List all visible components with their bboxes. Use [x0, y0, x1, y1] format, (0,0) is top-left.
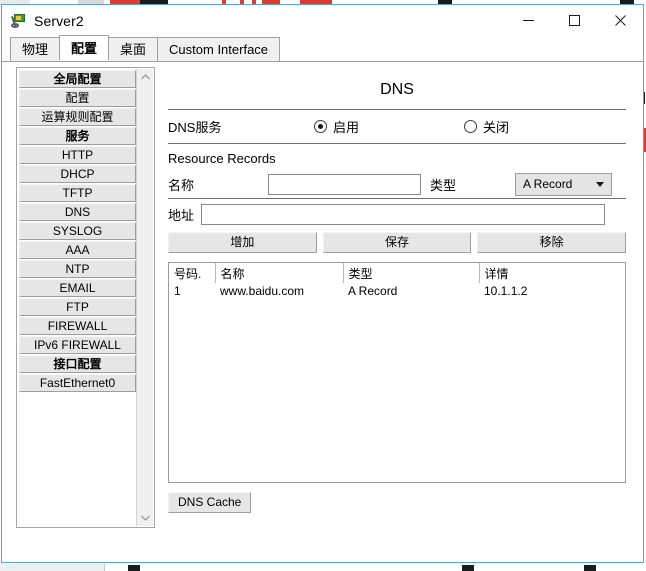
record-type-value: A Record [523, 177, 573, 191]
radio-enable[interactable]: 启用 [314, 117, 464, 136]
close-button[interactable] [597, 5, 643, 36]
resource-records-label: Resource Records [168, 151, 276, 166]
sidebar-item-dns[interactable]: DNS [19, 203, 136, 221]
sidebar-item-list: 全局配置 配置 运算规则配置 服务 HTTP DHCP TFTP DNS SYS… [19, 70, 136, 393]
minimize-icon [522, 20, 534, 21]
taskbar-tile [0, 564, 105, 571]
cell-number: 1 [174, 284, 181, 298]
sidebar-item-ftp[interactable]: FTP [19, 298, 136, 316]
sidebar-item-firewall[interactable]: FIREWALL [19, 317, 136, 335]
minimize-button[interactable] [505, 5, 551, 36]
tab-desktop[interactable]: 桌面 [108, 37, 159, 61]
record-address-label: 地址 [168, 207, 195, 223]
records-table[interactable]: 号码. 名称 类型 详情 1 www.baidu.com A Record 10… [168, 262, 626, 483]
table-row[interactable]: 1 www.baidu.com A Record 10.1.1.2 [169, 283, 625, 300]
sidebar-item-ipv6-firewall[interactable]: IPv6 FIREWALL [19, 336, 136, 354]
content-area: 全局配置 配置 运算规则配置 服务 HTTP DHCP TFTP DNS SYS… [2, 63, 643, 562]
maximize-button[interactable] [551, 5, 597, 36]
records-table-inner: 号码. 名称 类型 详情 1 www.baidu.com A Record 10… [169, 263, 625, 300]
title-bar: Server2 [2, 5, 643, 36]
cell-name: www.baidu.com [220, 284, 305, 298]
add-button[interactable]: 增加 [168, 232, 317, 253]
record-name-row: 名称 类型 A Record [168, 170, 626, 198]
sidebar-item-config[interactable]: 配置 [19, 89, 136, 107]
server-config-window: Server2 物理 配置 桌面 Custom Interface 全局配置 配… [1, 4, 644, 563]
sidebar-scrollbar[interactable] [136, 69, 153, 526]
record-name-input[interactable] [268, 173, 421, 195]
column-header-name: 名称 [215, 263, 344, 283]
radio-enable-indicator[interactable] [314, 120, 327, 133]
page-title: DNS [380, 81, 414, 98]
radio-disable-indicator[interactable] [464, 120, 477, 133]
record-name-label: 名称 [168, 177, 195, 193]
sidebar-item-algorithm-settings[interactable]: 运算规则配置 [19, 108, 136, 126]
record-type-select[interactable]: A Record [515, 172, 612, 196]
maximize-icon [568, 15, 580, 26]
sidebar-item-aaa[interactable]: AAA [19, 241, 136, 259]
column-header-detail: 详情 [484, 267, 509, 281]
column-header-type: 类型 [343, 263, 480, 283]
record-address-input[interactable] [201, 203, 605, 225]
column-header-number: 号码. [169, 263, 216, 283]
table-header-row: 号码. 名称 类型 详情 [169, 263, 625, 283]
sidebar-item-services: 服务 [19, 127, 136, 145]
dns-service-label: DNS服务 [168, 120, 222, 135]
record-type-label: 类型 [430, 177, 457, 193]
tab-bar: 物理 配置 桌面 Custom Interface [2, 35, 643, 62]
scroll-down-icon[interactable] [137, 510, 153, 526]
sidebar-item-syslog[interactable]: SYSLOG [19, 222, 136, 240]
sidebar-item-global-config: 全局配置 [19, 70, 136, 88]
scroll-up-icon[interactable] [137, 69, 153, 85]
sidebar-item-ntp[interactable]: NTP [19, 260, 136, 278]
server-flag-icon [11, 13, 27, 29]
window-controls [505, 5, 643, 36]
radio-disable[interactable]: 关闭 [464, 117, 509, 136]
sidebar-item-dhcp[interactable]: DHCP [19, 165, 136, 183]
sidebar-item-fastethernet0[interactable]: FastEthernet0 [19, 374, 136, 392]
dns-cache-button[interactable]: DNS Cache [168, 492, 252, 513]
save-button[interactable]: 保存 [322, 232, 472, 253]
close-icon [614, 15, 626, 26]
taskbar-icon [128, 565, 140, 571]
tab-physical[interactable]: 物理 [10, 37, 61, 61]
dns-service-row: DNS服务 启用 关闭 [168, 110, 626, 143]
sidebar-item-http[interactable]: HTTP [19, 146, 136, 164]
screen: Server2 物理 配置 桌面 Custom Interface 全局配置 配… [0, 0, 646, 571]
chevron-down-icon [596, 182, 604, 187]
tab-config[interactable]: 配置 [59, 35, 110, 61]
radio-disable-label: 关闭 [483, 120, 510, 135]
tab-custom-interface[interactable]: Custom Interface [157, 37, 281, 61]
sidebar-item-interface-config: 接口配置 [19, 355, 136, 373]
dns-panel: DNS DNS服务 启用 关闭 Resource Records 名称 类型 A… [168, 67, 627, 567]
window-title: Server2 [34, 12, 84, 29]
radio-enable-label: 启用 [333, 120, 360, 135]
sidebar-item-tftp[interactable]: TFTP [19, 184, 136, 202]
cell-type: A Record [348, 284, 398, 298]
navigation-sidebar: 全局配置 配置 运算规则配置 服务 HTTP DHCP TFTP DNS SYS… [16, 67, 155, 528]
sidebar-item-email[interactable]: EMAIL [19, 279, 136, 297]
record-address-row: 地址 [168, 199, 626, 229]
remove-button[interactable]: 移除 [477, 232, 627, 253]
cell-detail: 10.1.1.2 [484, 284, 528, 298]
record-action-buttons: 增加 保存 移除 [168, 229, 627, 253]
